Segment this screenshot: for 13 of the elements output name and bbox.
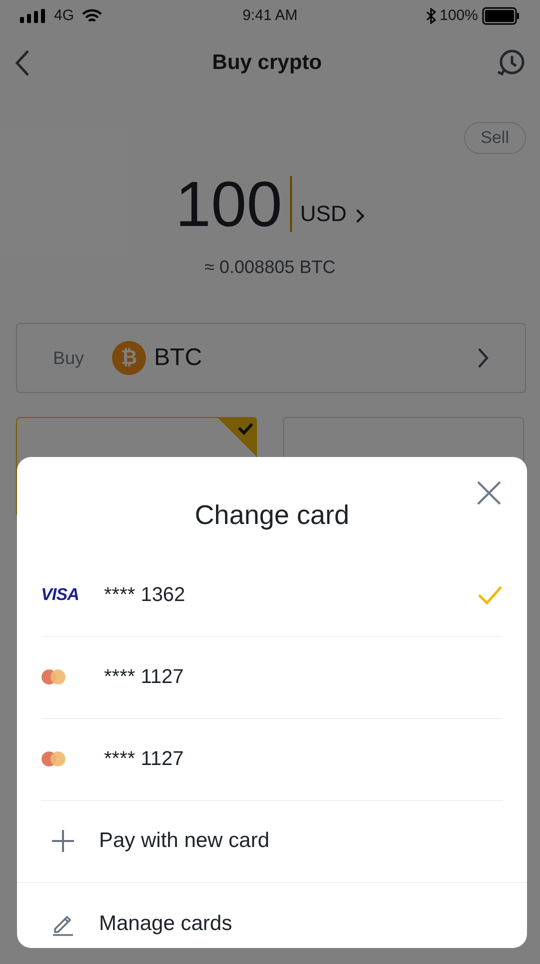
battery-percent: 100% bbox=[440, 6, 478, 26]
page-title: Buy crypto bbox=[212, 50, 322, 76]
status-time: 9:41 AM bbox=[242, 6, 298, 26]
card-number: **** 1362 bbox=[104, 582, 186, 608]
coin-icon: ₿ bbox=[112, 341, 146, 375]
crypto-estimate: ≈ 0.008805 BTC bbox=[204, 256, 336, 279]
sheet-title: Change card bbox=[194, 499, 350, 532]
network-label: 4G bbox=[54, 6, 74, 26]
card-number: **** 1127 bbox=[104, 747, 185, 772]
currency-label: USD bbox=[300, 200, 347, 228]
visa-logo: VISA bbox=[41, 584, 80, 606]
card-number: **** 1127 bbox=[104, 665, 185, 690]
amount-value: 100 bbox=[175, 172, 282, 236]
